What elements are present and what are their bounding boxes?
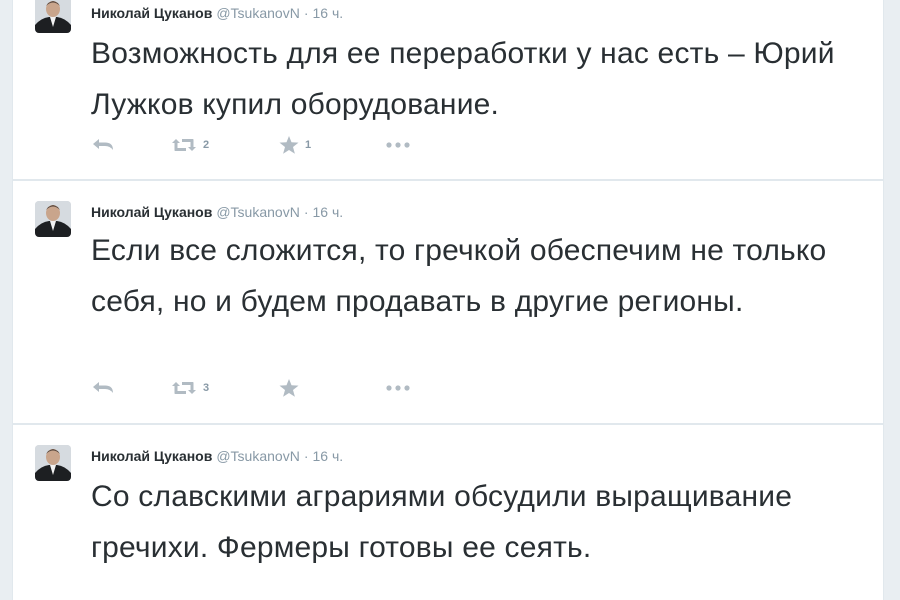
favorite-button[interactable]: 1 — [279, 134, 311, 156]
more-button[interactable] — [385, 134, 411, 156]
separator: · — [303, 204, 309, 220]
retweet-count: 2 — [203, 139, 210, 151]
more-icon — [386, 142, 410, 148]
tweet-timestamp[interactable]: 16 ч. — [312, 5, 343, 21]
retweet-button[interactable]: 2 — [171, 134, 209, 156]
author-name[interactable]: Николай Цуканов — [91, 204, 212, 220]
author-handle[interactable]: @TsukanovN — [216, 5, 299, 21]
tweet-text: Если все сложится, то гречкой обеспечим … — [91, 234, 827, 318]
favorite-button[interactable] — [279, 377, 305, 399]
tweet-header: Николай Цуканов @TsukanovN · 16 ч. — [91, 202, 343, 222]
avatar-image — [35, 201, 71, 237]
separator: · — [303, 5, 309, 21]
author-name[interactable]: Николай Цуканов — [91, 5, 212, 21]
tweet-text: Возможность для ее переработки у нас ест… — [91, 37, 835, 121]
reply-icon — [93, 139, 113, 150]
tweet-timestamp[interactable]: 16 ч. — [312, 204, 343, 220]
tweet-header: Николай Цуканов @TsukanovN · 16 ч. — [91, 3, 343, 23]
reply-button[interactable] — [91, 134, 115, 156]
retweet-icon — [172, 382, 196, 394]
favorite-icon — [279, 136, 299, 154]
tweet-card[interactable]: Николай Цуканов @TsukanovN · 16 ч. Со славс… — [12, 424, 884, 600]
tweet-header: Николай Цуканов @TsukanovN · 16 ч. — [91, 446, 343, 466]
avatar-image — [35, 0, 71, 33]
more-icon — [386, 385, 410, 391]
avatar[interactable] — [35, 445, 71, 481]
tweet-text: Со славскими аграриями обсудили выращива… — [91, 480, 793, 564]
author-handle[interactable]: @TsukanovN — [216, 448, 299, 464]
favorite-count: 1 — [305, 139, 312, 151]
timeline: Николай Цуканов @TsukanovN · 16 ч. Возможно… — [0, 0, 900, 600]
tweet-card[interactable]: Николай Цуканов @TsukanovN · 16 ч. Если все… — [12, 180, 884, 424]
retweet-icon — [172, 139, 196, 151]
retweet-button[interactable]: 3 — [171, 377, 209, 399]
reply-icon — [93, 382, 113, 393]
avatar[interactable] — [35, 0, 71, 33]
avatar[interactable] — [35, 201, 71, 237]
more-button[interactable] — [385, 377, 411, 399]
author-handle[interactable]: @TsukanovN — [216, 204, 299, 220]
tweet-card[interactable]: Николай Цуканов @TsukanovN · 16 ч. Возможно… — [12, 0, 884, 180]
reply-button[interactable] — [91, 377, 115, 399]
tweet-timestamp[interactable]: 16 ч. — [312, 448, 343, 464]
author-name[interactable]: Николай Цуканов — [91, 448, 212, 464]
avatar-image — [35, 445, 71, 481]
favorite-icon — [279, 379, 299, 397]
separator: · — [303, 448, 309, 464]
retweet-count: 3 — [203, 382, 210, 394]
